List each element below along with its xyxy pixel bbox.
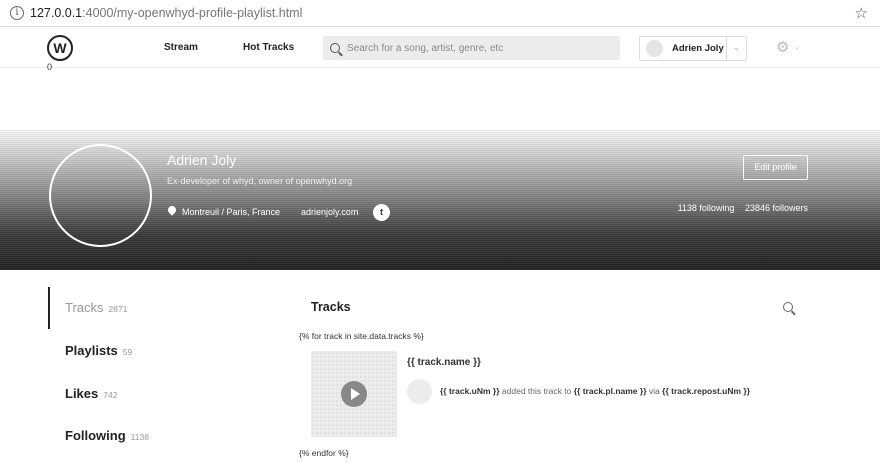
track-repost-link[interactable]: {{ track.repost.uNm }}	[662, 386, 750, 396]
search-placeholder: Search for a song, artist, genre, etc	[347, 42, 504, 54]
sidebar-item-label: Following	[65, 428, 126, 443]
followers-count[interactable]: 23846 followers	[745, 203, 808, 213]
track-info-text: added this track to	[501, 386, 572, 396]
track-user-link[interactable]: {{ track.uNm }}	[440, 386, 500, 396]
user-menu[interactable]: Adrien Joly ⌄	[639, 36, 747, 61]
chevron-down-icon[interactable]: ⌄	[733, 43, 740, 52]
track-name[interactable]: {{ track.name }}	[407, 357, 481, 368]
sidebar-item-count: 2871	[108, 304, 128, 314]
play-icon[interactable]	[341, 381, 367, 407]
gear-icon[interactable]: ⚙	[776, 38, 789, 56]
sidebar-item-count: 742	[103, 390, 118, 400]
template-loop-end: {% endfor %}	[299, 448, 349, 458]
profile-website-link[interactable]: adrienjoly.com	[301, 207, 358, 217]
twitter-icon[interactable]: t	[373, 204, 390, 221]
profile-avatar[interactable]	[49, 144, 152, 247]
following-count[interactable]: 1138 following	[678, 203, 735, 213]
sidebar-item-following[interactable]: Following 1138	[65, 428, 149, 443]
divider	[726, 37, 727, 60]
follow-stats: 1138 following 23846 followers	[678, 203, 808, 213]
search-icon[interactable]	[783, 302, 793, 312]
info-icon[interactable]: i	[10, 6, 24, 20]
nav-hot-tracks[interactable]: Hot Tracks	[243, 42, 294, 53]
sidebar-item-count: 1138	[130, 432, 149, 442]
sidebar-item-count: 59	[122, 347, 133, 357]
track-user-avatar[interactable]	[407, 379, 432, 404]
nav-stream[interactable]: Stream	[164, 42, 198, 53]
sidebar-item-likes[interactable]: Likes 742	[65, 386, 117, 401]
section-title: Tracks	[311, 300, 351, 314]
browser-url-bar[interactable]: i 127.0.0.1:4000/my-openwhyd-profile-pla…	[0, 0, 880, 27]
star-icon[interactable]: ☆	[855, 4, 868, 22]
track-via-text: via	[648, 386, 660, 396]
sidebar-active-indicator	[48, 287, 50, 329]
logo-count: 0	[47, 62, 53, 72]
track-playlist-link[interactable]: {{ track.pl.name }}	[574, 386, 647, 396]
track-info: {{ track.uNm }} added this track to {{ t…	[440, 386, 750, 396]
profile-location: Montreuil / Paris, France	[182, 207, 281, 217]
sidebar-item-label: Tracks	[65, 300, 104, 315]
profile-bio: Ex-developer of whyd, owner of openwhyd.…	[167, 176, 353, 186]
sidebar-item-label: Likes	[65, 386, 99, 401]
url-text[interactable]: 127.0.0.1:4000/my-openwhyd-profile-playl…	[30, 6, 302, 20]
user-name: Adrien Joly	[672, 43, 724, 54]
chevron-down-icon[interactable]: ⌄	[794, 43, 800, 51]
search-input[interactable]: Search for a song, artist, genre, etc	[323, 36, 620, 60]
profile-banner: Adrien Joly Ex-developer of whyd, owner …	[0, 130, 880, 270]
sidebar-item-label: Playlists	[65, 343, 118, 358]
site-header: W 0 Stream Hot Tracks Search for a song,…	[0, 28, 880, 72]
template-loop-start: {% for track in site.data.tracks %}	[299, 331, 424, 341]
search-icon	[330, 43, 340, 53]
profile-name: Adrien Joly	[167, 152, 237, 168]
user-avatar	[646, 40, 663, 57]
sidebar-item-playlists[interactable]: Playlists 59	[65, 343, 132, 358]
logo[interactable]: W	[47, 35, 73, 61]
sidebar-item-tracks[interactable]: Tracks 2871	[65, 300, 127, 315]
edit-profile-button[interactable]: Edit profile	[743, 155, 808, 180]
track-thumbnail[interactable]	[311, 351, 397, 437]
